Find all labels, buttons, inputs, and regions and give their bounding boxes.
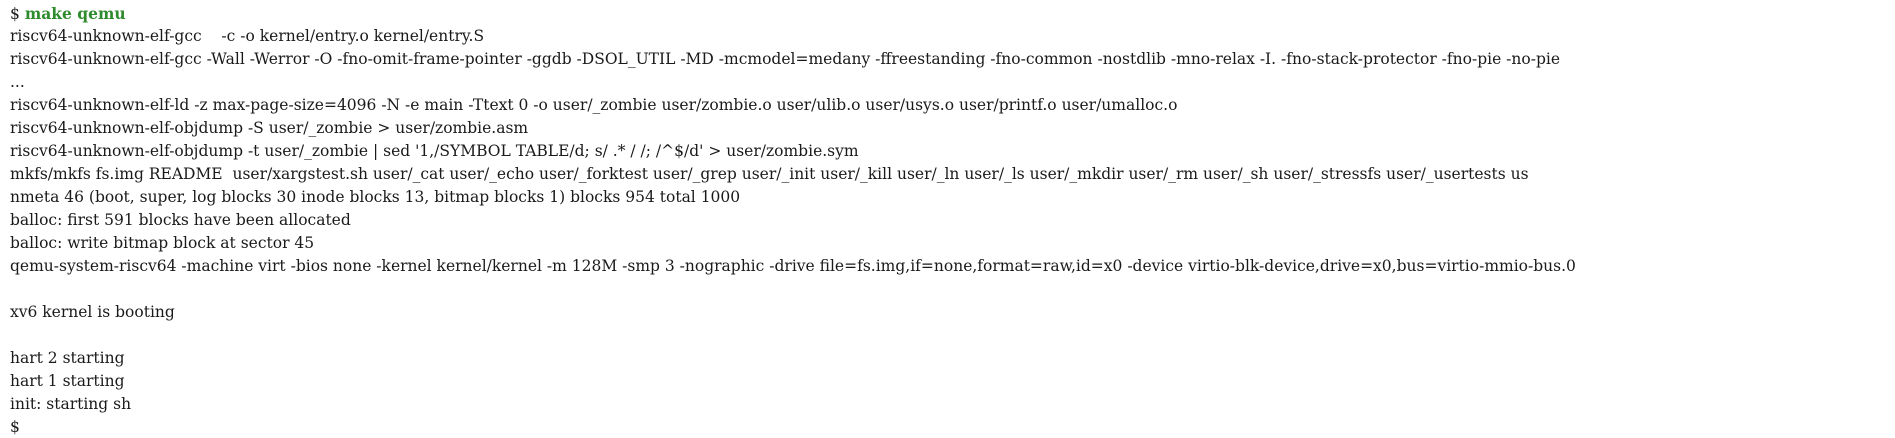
output-line: riscv64-unknown-elf-ld -z max-page-size=… — [10, 96, 1178, 114]
terminal-window[interactable]: $ make qemu riscv64-unknown-elf-gcc -c -… — [10, 2, 1890, 436]
output-line: init: starting sh — [10, 395, 132, 413]
output-line: riscv64-unknown-elf-objdump -t user/_zom… — [10, 142, 859, 160]
output-line: hart 1 starting — [10, 372, 125, 390]
output-line: ... — [10, 73, 25, 91]
output-line: hart 2 starting — [10, 349, 125, 367]
output-line: riscv64-unknown-elf-gcc -c -o kernel/ent… — [10, 27, 485, 45]
output-line: mkfs/mkfs fs.img README user/xargstest.s… — [10, 165, 1529, 183]
output-line: nmeta 46 (boot, super, log blocks 30 ino… — [10, 188, 741, 206]
output-line: qemu-system-riscv64 -machine virt -bios … — [10, 257, 1576, 275]
shell-prompt-line[interactable]: $ — [10, 416, 1890, 436]
shell-prompt: $ — [10, 418, 20, 436]
output-line: balloc: write bitmap block at sector 45 — [10, 234, 315, 252]
output-line: balloc: first 591 blocks have been alloc… — [10, 211, 351, 229]
output-line: xv6 kernel is booting — [10, 303, 175, 321]
output-line: riscv64-unknown-elf-gcc -Wall -Werror -O… — [10, 50, 1561, 68]
command-line: $ make qemu — [10, 2, 1890, 25]
command-prompt: $ — [10, 5, 20, 23]
output-line: riscv64-unknown-elf-objdump -S user/_zom… — [10, 119, 529, 137]
command-text: make qemu — [24, 4, 126, 23]
